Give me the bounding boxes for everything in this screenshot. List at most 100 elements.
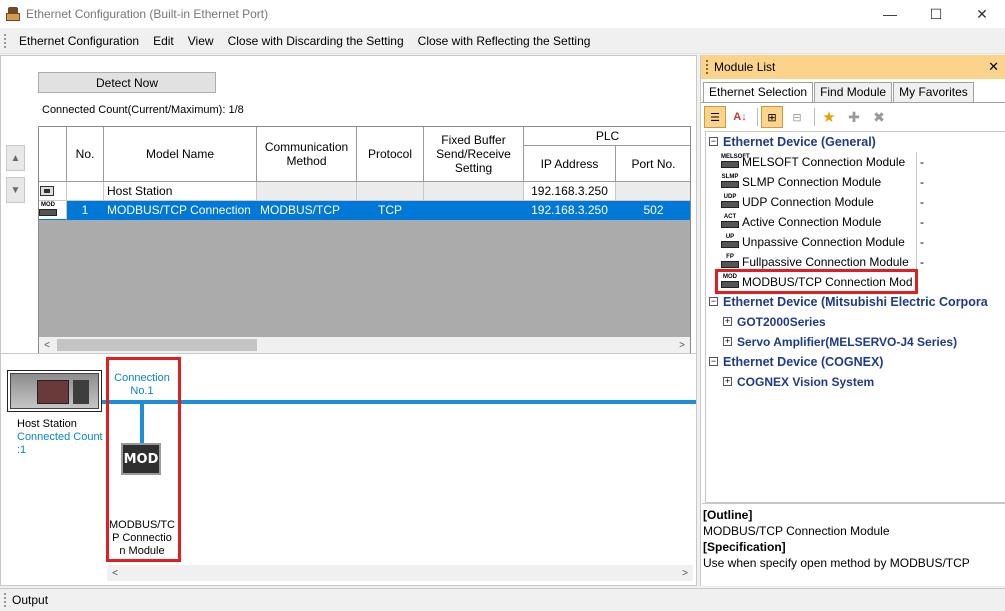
menu-close-reflect[interactable]: Close with Reflecting the Setting (411, 28, 598, 54)
tree-item-active[interactable]: ACT Active Connection Module - (706, 212, 1005, 232)
scroll-left-icon[interactable]: < (107, 565, 123, 581)
connected-count-text: Connected Count(Current/Maximum): 1/8 (42, 104, 244, 116)
cell-model-name: MODBUS/TCP Connection (104, 201, 257, 220)
toolbar-grip-icon[interactable] (4, 33, 6, 48)
header-fixed-buffer[interactable]: Fixed Buffer Send/Receive Setting (424, 127, 524, 182)
tree-item-cognex-vision[interactable]: + COGNEX Vision System (706, 372, 1005, 392)
table-row-host-station[interactable]: Host Station 192.168.3.250 (39, 182, 690, 201)
scroll-thumb[interactable] (57, 339, 257, 351)
output-title: Output (12, 593, 49, 607)
add-favorite-button[interactable]: ★ (818, 106, 840, 128)
minimize-button[interactable]: — (867, 0, 913, 28)
close-window-button[interactable]: ✕ (959, 0, 1005, 28)
maximize-button[interactable]: ☐ (913, 0, 959, 28)
tree-item-modbus-tcp[interactable]: MOD MODBUS/TCP Connection Mod (706, 269, 1005, 294)
panel-grip-icon[interactable] (4, 593, 6, 607)
collapse-icon[interactable]: − (709, 357, 718, 367)
add-module-icon: ✚ (848, 108, 860, 125)
host-connected-count: Connected Count :1 (17, 431, 103, 456)
window-title: Ethernet Configuration (Built-in Etherne… (26, 7, 269, 21)
category-view-button[interactable]: ☰ (704, 106, 726, 128)
row-marker (39, 182, 67, 201)
grid-horizontal-scrollbar[interactable]: < > (39, 337, 690, 353)
slmp-icon: SLMP (721, 174, 739, 190)
cell-fixed-buffer (424, 182, 524, 201)
header-plc: PLC (524, 127, 690, 146)
module-outline-panel: [Outline] MODBUS/TCP Connection Module [… (702, 503, 1005, 586)
network-line (102, 400, 696, 404)
table-row-modbus-connection[interactable]: MOD 1 MODBUS/TCP Connection MODBUS/TCP T… (39, 201, 690, 220)
header-protocol[interactable]: Protocol (357, 127, 424, 182)
cell-model-name: Host Station (104, 182, 257, 201)
expand-all-button[interactable]: ⊞ (761, 106, 783, 128)
tree-category-cognex[interactable]: − Ethernet Device (COGNEX) (706, 352, 1005, 372)
collapse-icon[interactable]: − (709, 137, 718, 147)
tab-find-module[interactable]: Find Module (814, 82, 893, 102)
diagram-horizontal-scrollbar[interactable]: < > (107, 565, 693, 581)
expand-icon[interactable]: + (723, 317, 732, 327)
sort-button[interactable]: A↓ (729, 106, 751, 128)
item-value: - (920, 155, 924, 169)
move-down-button[interactable]: ▼ (6, 177, 25, 203)
output-panel-bar[interactable]: Output (0, 588, 1005, 611)
category-label: Ethernet Device (COGNEX) (723, 355, 884, 369)
tree-item-slmp[interactable]: SLMP SLMP Connection Module - (706, 172, 1005, 192)
module-tree: − Ethernet Device (General) MELSOFT MELSO… (705, 131, 1005, 503)
detect-now-button[interactable]: Detect Now (38, 72, 216, 93)
cell-fixed-buffer[interactable] (424, 201, 524, 220)
sort-az-icon: A↓ (733, 111, 747, 123)
menu-edit[interactable]: Edit (146, 28, 181, 54)
header-communication-method[interactable]: Communication Method (257, 127, 357, 182)
tree-category-mitsubishi[interactable]: − Ethernet Device (Mitsubishi Electric Co… (706, 292, 1005, 312)
modbus-row-icon: MOD (39, 202, 57, 217)
header-port-no[interactable]: Port No. (616, 146, 690, 182)
item-name: GOT2000Series (737, 315, 826, 329)
tree-item-unpassive[interactable]: UP Unpassive Connection Module - (706, 232, 1005, 252)
connection-grid: No. Model Name Communication Method Prot… (38, 126, 691, 354)
scroll-left-icon[interactable]: < (39, 337, 55, 353)
delete-button[interactable]: ✖ (868, 106, 890, 128)
header-model-name[interactable]: Model Name (104, 127, 257, 182)
cell-protocol (357, 182, 424, 201)
cell-no (67, 182, 104, 201)
host-station-image[interactable] (7, 370, 102, 412)
collapse-all-button[interactable]: ⊟ (786, 106, 808, 128)
close-panel-icon[interactable]: ✕ (988, 59, 999, 75)
menu-view[interactable]: View (181, 28, 221, 54)
scroll-right-icon[interactable]: > (677, 565, 693, 581)
scroll-right-icon[interactable]: > (674, 337, 690, 353)
expand-icon[interactable]: + (723, 377, 732, 387)
menu-close-discard[interactable]: Close with Discarding the Setting (221, 28, 411, 54)
item-value: - (920, 215, 924, 229)
cell-ip-address[interactable]: 192.168.3.250 (524, 201, 616, 220)
expand-icon[interactable]: + (723, 337, 732, 347)
header-ip-address[interactable]: IP Address (524, 146, 616, 182)
tree-item-got2000[interactable]: + GOT2000Series (706, 312, 1005, 332)
tree-item-melsoft[interactable]: MELSOFT MELSOFT Connection Module - (706, 152, 1005, 172)
tree-item-servo-amplifier[interactable]: + Servo Amplifier(MELSERVO-J4 Series) (706, 332, 1005, 352)
collapse-icon[interactable]: − (709, 297, 718, 307)
cell-communication-method[interactable]: MODBUS/TCP (257, 201, 357, 220)
cell-no: 1 (67, 201, 104, 220)
outline-text: MODBUS/TCP Connection Module (703, 524, 890, 538)
cell-protocol[interactable]: TCP (357, 201, 424, 220)
specification-text: Use when specify open method by MODBUS/T… (703, 556, 970, 570)
cell-port-no[interactable]: 502 (616, 201, 690, 220)
category-label: Ethernet Device (Mitsubishi Electric Cor… (723, 295, 988, 309)
tab-ethernet-selection[interactable]: Ethernet Selection (703, 82, 814, 103)
header-no[interactable]: No. (67, 127, 104, 182)
panel-grip-icon[interactable] (706, 60, 708, 74)
category-label: Ethernet Device (General) (723, 135, 876, 149)
add-module-button[interactable]: ✚ (843, 106, 865, 128)
menu-ethernet-configuration[interactable]: Ethernet Configuration (12, 28, 146, 54)
tree-category-general[interactable]: − Ethernet Device (General) (706, 132, 1005, 152)
item-value: - (920, 255, 924, 269)
tree-item-udp[interactable]: UDP UDP Connection Module - (706, 192, 1005, 212)
triangle-down-icon: ▼ (10, 184, 21, 196)
highlight-box (715, 269, 918, 294)
header-marker (39, 127, 67, 182)
menu-bar: Ethernet Configuration Edit View Close w… (0, 28, 1005, 54)
tab-my-favorites[interactable]: My Favorites (893, 82, 974, 102)
module-list-title: Module List (714, 60, 776, 74)
move-up-button[interactable]: ▲ (6, 145, 25, 171)
